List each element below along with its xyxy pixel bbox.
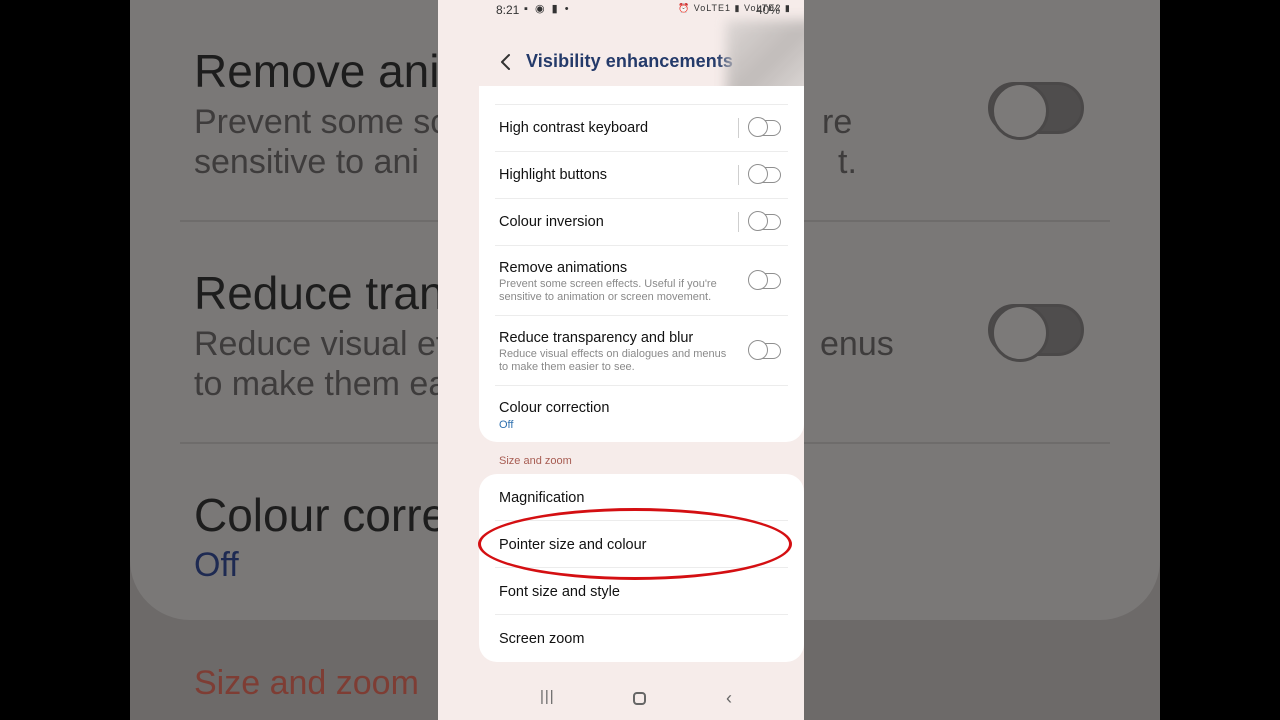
status-time: 8:21 <box>496 3 520 17</box>
list-item-title: Font size and style <box>499 584 620 600</box>
list-item-subtitle: Prevent some screen effects. Useful if y… <box>499 278 717 290</box>
visibility-options-card: High contrast keyboard Highlight buttons… <box>479 86 804 442</box>
divider <box>738 165 739 185</box>
battery-level: 40% <box>756 3 781 17</box>
page-title: Visibility enhancements <box>526 51 734 71</box>
status-bar: 8:21 ▪ ◉ ▮ • ⏰ VoLTE1 ▮ VoLTE2 ▮ 40% <box>438 0 804 22</box>
back-icon[interactable]: ‹ <box>726 688 732 709</box>
chevron-left-icon[interactable] <box>494 50 518 74</box>
list-item-colour-inversion[interactable]: Colour inversion <box>479 199 804 246</box>
list-item-remove-animations[interactable]: Remove animations Prevent some screen ef… <box>479 246 804 316</box>
bg-reduce-title: Reduce tran <box>194 267 445 319</box>
notification-icons: ▪ ◉ ▮ • <box>524 3 571 15</box>
list-item-colour-correction[interactable]: Colour correction Off <box>479 386 804 442</box>
divider <box>738 212 739 232</box>
bg-remove-title: Remove ani <box>194 45 440 97</box>
list-item-title: Magnification <box>499 490 585 506</box>
list-item-screen-zoom[interactable]: Screen zoom <box>479 615 804 662</box>
list-item-title: Remove animations <box>499 260 628 276</box>
home-icon[interactable] <box>633 692 646 705</box>
list-item-highlight-buttons[interactable]: Highlight buttons <box>479 152 804 199</box>
phone-screen: 8:21 ▪ ◉ ▮ • ⏰ VoLTE1 ▮ VoLTE2 ▮ 40% Vis… <box>438 0 804 720</box>
toggle-switch[interactable] <box>748 211 781 232</box>
list-item-title: Reduce transparency and blur <box>499 330 694 346</box>
bg-remove-sub1-end: re <box>822 103 853 141</box>
toggle-switch[interactable] <box>748 117 781 138</box>
divider <box>738 118 739 138</box>
letterbox-right <box>1160 0 1280 720</box>
list-item-title: High contrast keyboard <box>499 120 649 136</box>
list-item-title: Colour correction <box>499 400 610 416</box>
list-item-value: Off <box>499 419 514 431</box>
bg-remove-sub2-end: t. <box>838 143 857 181</box>
letterbox-left <box>0 0 130 720</box>
bg-colour-value: Off <box>194 546 239 584</box>
toggle-switch[interactable] <box>748 340 781 361</box>
list-item-high-contrast-keyboard[interactable]: High contrast keyboard <box>479 105 804 152</box>
list-item-title: Highlight buttons <box>499 167 608 183</box>
bg-reduce-sub2: to make them ea <box>194 365 448 403</box>
toggle-switch[interactable] <box>748 164 781 185</box>
bg-remove-sub2: sensitive to ani <box>194 143 419 181</box>
list-item-subtitle: to make them easier to see. <box>499 361 635 373</box>
bg-reduce-sub1: Reduce visual ef <box>194 325 446 363</box>
list-item-subtitle: Reduce visual effects on dialogues and m… <box>499 348 727 360</box>
section-header-size-zoom: Size and zoom <box>499 455 572 467</box>
bg-toggle-remove <box>988 82 1084 140</box>
recent-apps-icon[interactable]: ||| <box>540 688 555 705</box>
navigation-bar: ||| ‹ <box>438 680 804 720</box>
list-item-subtitle: sensitive to animation or screen movemen… <box>499 291 712 303</box>
bg-reduce-sub1-end: enus <box>820 325 894 363</box>
toggle-switch[interactable] <box>748 270 781 291</box>
list-item-title: Screen zoom <box>499 631 585 647</box>
highlight-ellipse <box>478 508 792 580</box>
bg-size-section: Size and zoom <box>194 664 419 702</box>
list-item-reduce-transparency[interactable]: Reduce transparency and blur Reduce visu… <box>479 316 804 386</box>
bg-remove-sub1: Prevent some sc <box>194 103 448 141</box>
bg-colour-title: Colour corre <box>194 489 448 541</box>
list-item-title: Colour inversion <box>499 214 604 230</box>
bg-toggle-reduce <box>988 304 1084 362</box>
